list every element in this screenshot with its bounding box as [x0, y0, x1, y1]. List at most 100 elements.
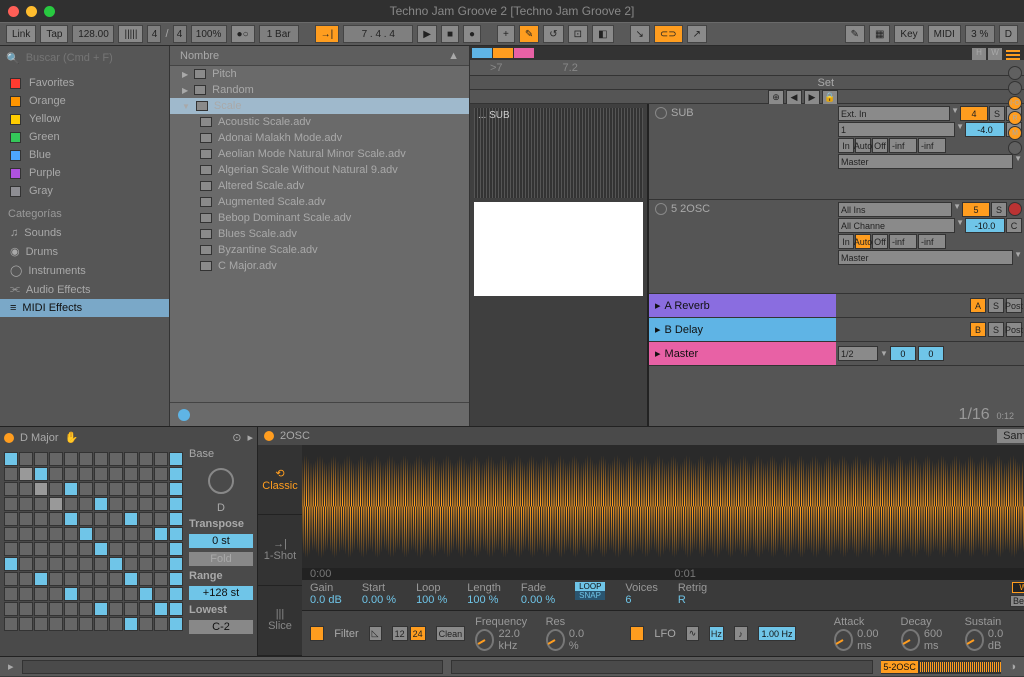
- tempo-field[interactable]: 128.00: [72, 25, 114, 43]
- overdub-plus-icon[interactable]: +: [497, 25, 515, 43]
- collection-green[interactable]: Green: [8, 128, 161, 146]
- filter-toggle[interactable]: [310, 626, 324, 641]
- header-w[interactable]: W: [988, 48, 1002, 60]
- collection-favorites[interactable]: Favorites: [8, 74, 161, 92]
- category-audio-effects[interactable]: ⫘Audio Effects: [0, 280, 169, 299]
- record-icon[interactable]: ●: [463, 25, 481, 43]
- close-icon[interactable]: [8, 6, 19, 17]
- range-value[interactable]: +128 st: [189, 586, 253, 600]
- tap-button[interactable]: Tap: [40, 25, 68, 43]
- sort-icon[interactable]: ▲: [448, 50, 459, 62]
- return-r-toggle[interactable]: R: [1008, 111, 1022, 125]
- warp-toggle[interactable]: WARP: [1012, 582, 1024, 593]
- zoom-icon[interactable]: [44, 6, 55, 17]
- category-drums[interactable]: ◉Drums: [0, 242, 169, 261]
- filter-type[interactable]: Clean: [436, 626, 466, 641]
- hot-swap-icon[interactable]: ✋: [65, 431, 79, 444]
- session-record-icon[interactable]: ⊡: [568, 25, 588, 43]
- follow-icon[interactable]: →|: [315, 25, 340, 43]
- retrig-value[interactable]: R: [678, 594, 707, 606]
- return-toggle[interactable]: [1008, 81, 1022, 95]
- search-input[interactable]: [26, 52, 168, 64]
- collection-yellow[interactable]: Yellow: [8, 110, 161, 128]
- collection-purple[interactable]: Purple: [8, 164, 161, 182]
- file-item[interactable]: Altered Scale.adv: [170, 178, 469, 194]
- track-header-sub[interactable]: SUB: [649, 104, 836, 200]
- locator-add-icon[interactable]: ⊕: [768, 90, 784, 105]
- fold-icon[interactable]: [655, 203, 667, 215]
- capture-icon[interactable]: ◧: [592, 25, 613, 43]
- lfo-shape[interactable]: ∿: [686, 626, 700, 641]
- file-item[interactable]: Blues Scale.adv: [170, 226, 469, 242]
- sig-denominator[interactable]: 4: [173, 25, 187, 43]
- file-item[interactable]: Aeolian Mode Natural Minor Scale.adv: [170, 146, 469, 162]
- track-header-master[interactable]: ▸Master: [649, 342, 836, 366]
- delay-toggle[interactable]: [1008, 141, 1022, 155]
- tab-sample[interactable]: Sample: [997, 429, 1024, 443]
- timeline-ruler[interactable]: >7 7.2: [470, 60, 1024, 76]
- arm-record-icon[interactable]: [1008, 202, 1022, 216]
- snap-toggle[interactable]: SNAP: [575, 591, 605, 600]
- sig-numerator[interactable]: 4: [147, 25, 161, 43]
- file-item[interactable]: Byzantine Scale.adv: [170, 242, 469, 258]
- file-item[interactable]: Bebop Dominant Scale.adv: [170, 210, 469, 226]
- track-header-delay[interactable]: ▸B Delay: [649, 318, 836, 342]
- file-item[interactable]: Algerian Scale Without Natural 9.adv: [170, 162, 469, 178]
- midi-clip-osc[interactable]: [474, 202, 643, 296]
- scale-grid[interactable]: [4, 452, 183, 631]
- header-h[interactable]: H: [972, 48, 986, 60]
- computer-midi-icon[interactable]: ▦: [869, 25, 890, 43]
- key-map-button[interactable]: Key: [894, 25, 923, 43]
- res-knob[interactable]: [546, 629, 565, 651]
- device-save-icon[interactable]: ⊙: [232, 431, 241, 444]
- metronome-icon[interactable]: ●○: [231, 25, 255, 43]
- lfo-toggle[interactable]: [630, 626, 644, 641]
- attack-knob[interactable]: [834, 629, 853, 651]
- loop-toggle[interactable]: LOOP: [575, 582, 605, 591]
- file-item[interactable]: C Major.adv: [170, 258, 469, 274]
- clip-slot[interactable]: 5-2OSC: [881, 660, 1001, 674]
- minimize-icon[interactable]: [26, 6, 37, 17]
- loop-end-icon[interactable]: ↗: [687, 25, 707, 43]
- preview-icon[interactable]: [178, 409, 190, 421]
- lfo-sync-icon[interactable]: ♪: [734, 626, 748, 641]
- file-item[interactable]: Adonai Malakh Mode.adv: [170, 130, 469, 146]
- waveform-display[interactable]: [302, 445, 1024, 568]
- start-value[interactable]: 0.00 %: [362, 594, 396, 606]
- link-button[interactable]: Link: [6, 25, 36, 43]
- filter-shape[interactable]: ◺: [369, 626, 382, 641]
- track-header-osc[interactable]: 5 2OSC: [649, 200, 836, 294]
- fold-icon[interactable]: [655, 107, 667, 119]
- category-instruments[interactable]: ◯Instruments: [0, 261, 169, 280]
- fold-button[interactable]: Fold: [189, 552, 253, 566]
- loop-start-icon[interactable]: ↘: [630, 25, 650, 43]
- folder-scale[interactable]: ▼Scale: [170, 98, 469, 114]
- lowest-value[interactable]: C-2: [189, 620, 253, 634]
- loop-value[interactable]: 100 %: [416, 594, 447, 606]
- collection-orange[interactable]: Orange: [8, 92, 161, 110]
- voices-value[interactable]: 6: [625, 594, 657, 606]
- fade-value[interactable]: 0.00 %: [521, 594, 555, 606]
- mode-classic[interactable]: ⟲Classic: [258, 445, 302, 515]
- device-expand-icon[interactable]: ▸: [247, 431, 253, 444]
- collection-gray[interactable]: Gray: [8, 182, 161, 200]
- detail-toggle-icon[interactable]: ◑: [1009, 661, 1016, 673]
- mode-slice[interactable]: |||Slice: [258, 586, 302, 656]
- category-midi-effects[interactable]: ≡MIDI Effects: [0, 299, 169, 317]
- collection-blue[interactable]: Blue: [8, 146, 161, 164]
- file-header[interactable]: Nombre ▲: [170, 46, 469, 66]
- category-sounds[interactable]: ♫Sounds: [0, 224, 169, 242]
- mode-oneshot[interactable]: →|1-Shot: [258, 515, 302, 585]
- bar-selector[interactable]: 1 Bar: [259, 25, 299, 43]
- transpose-value[interactable]: 0 st: [189, 534, 253, 548]
- midi-map-button[interactable]: MIDI: [928, 25, 961, 43]
- file-item[interactable]: Augmented Scale.adv: [170, 194, 469, 210]
- reenable-icon[interactable]: ↺: [543, 25, 563, 43]
- play-icon[interactable]: ▸: [655, 347, 661, 360]
- automation-arm-icon[interactable]: ✎: [519, 25, 539, 43]
- device-on-icon[interactable]: [264, 431, 274, 441]
- folder-pitch[interactable]: ▶Pitch: [170, 66, 469, 82]
- clip-lane[interactable]: ... SUB 1/16 0:12: [470, 104, 648, 426]
- gain-value[interactable]: 0.0 dB: [310, 594, 342, 606]
- locator-next-icon[interactable]: ▶: [804, 90, 820, 105]
